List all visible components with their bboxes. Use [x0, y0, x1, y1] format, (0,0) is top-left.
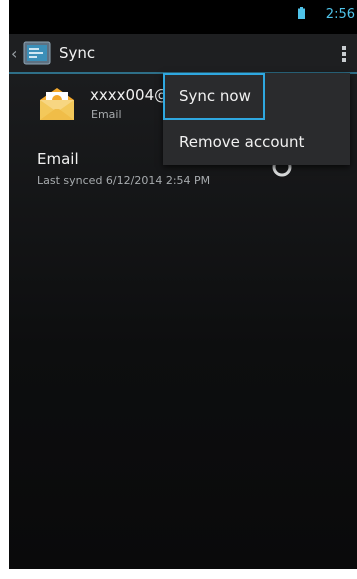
- chevron-left-icon[interactable]: ‹: [11, 44, 17, 63]
- menu-item-remove-account[interactable]: Remove account: [163, 119, 350, 165]
- status-bar: 2:56: [9, 0, 357, 34]
- settings-app-icon[interactable]: [23, 40, 51, 66]
- action-bar: ‹ Sync: [9, 34, 357, 74]
- page-title: Sync: [59, 44, 96, 62]
- overflow-menu-icon[interactable]: [341, 46, 347, 62]
- battery-icon: [298, 7, 305, 19]
- phone-screen: 2:56 ‹ Sync xxxx004@ Email Email Last sy…: [9, 0, 357, 569]
- account-type: Email: [91, 108, 122, 121]
- sync-item-title: Email: [37, 150, 79, 168]
- menu-item-label: Remove account: [179, 133, 305, 151]
- account-name: xxxx004@: [90, 86, 170, 104]
- sync-item-last-synced: Last synced 6/12/2014 2:54 PM: [37, 174, 211, 187]
- overflow-menu: Sync now Remove account: [163, 73, 350, 165]
- envelope-icon: [40, 88, 74, 120]
- status-clock: 2:56: [325, 7, 355, 22]
- sync-now-highlight: [163, 73, 265, 120]
